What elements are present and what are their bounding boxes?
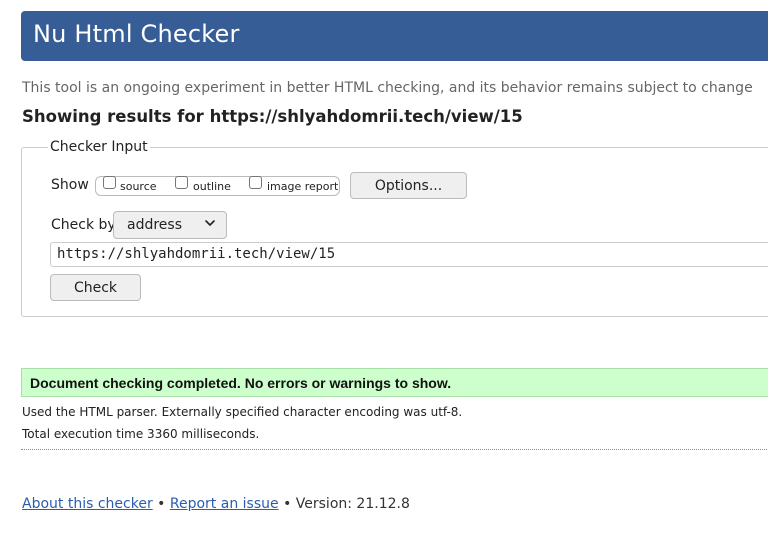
check-button[interactable]: Check bbox=[50, 274, 141, 301]
about-link[interactable]: About this checker bbox=[22, 496, 153, 512]
show-label: Show bbox=[51, 177, 89, 193]
tagline: This tool is an ongoing experiment in be… bbox=[22, 80, 753, 96]
footer: About this checker • Report an issue • V… bbox=[22, 496, 410, 512]
page-title: Nu Html Checker bbox=[33, 20, 240, 48]
check-by-value: address bbox=[127, 217, 183, 233]
footer-separator: • bbox=[157, 496, 166, 512]
success-message-box: Document checking completed. No errors o… bbox=[21, 368, 768, 397]
checker-input-legend: Checker Input bbox=[48, 139, 150, 155]
options-button[interactable]: Options... bbox=[350, 172, 467, 199]
source-checkbox-label[interactable]: source bbox=[120, 180, 157, 193]
report-issue-link[interactable]: Report an issue bbox=[170, 496, 279, 512]
image-report-checkbox-label[interactable]: image report bbox=[267, 180, 338, 193]
version-text: Version: 21.12.8 bbox=[295, 496, 410, 512]
divider bbox=[21, 449, 768, 450]
footer-separator: • bbox=[283, 496, 292, 512]
source-checkbox[interactable] bbox=[103, 176, 116, 189]
url-input-value: https://shlyahdomrii.tech/view/15 bbox=[57, 246, 336, 262]
outline-checkbox-label[interactable]: outline bbox=[193, 180, 231, 193]
url-input[interactable]: https://shlyahdomrii.tech/view/15 bbox=[50, 242, 768, 267]
parser-info: Used the HTML parser. Externally specifi… bbox=[22, 405, 463, 419]
check-by-label: Check by bbox=[51, 217, 116, 233]
results-heading: Showing results for https://shlyahdomrii… bbox=[22, 107, 523, 126]
success-message: Document checking completed. No errors o… bbox=[30, 375, 452, 391]
outline-checkbox[interactable] bbox=[175, 176, 188, 189]
chevron-down-icon bbox=[205, 220, 215, 226]
image-report-checkbox[interactable] bbox=[249, 176, 262, 189]
check-by-select[interactable]: address bbox=[113, 211, 227, 239]
page-header: Nu Html Checker bbox=[21, 11, 768, 61]
execution-time: Total execution time 3360 milliseconds. bbox=[22, 427, 260, 441]
